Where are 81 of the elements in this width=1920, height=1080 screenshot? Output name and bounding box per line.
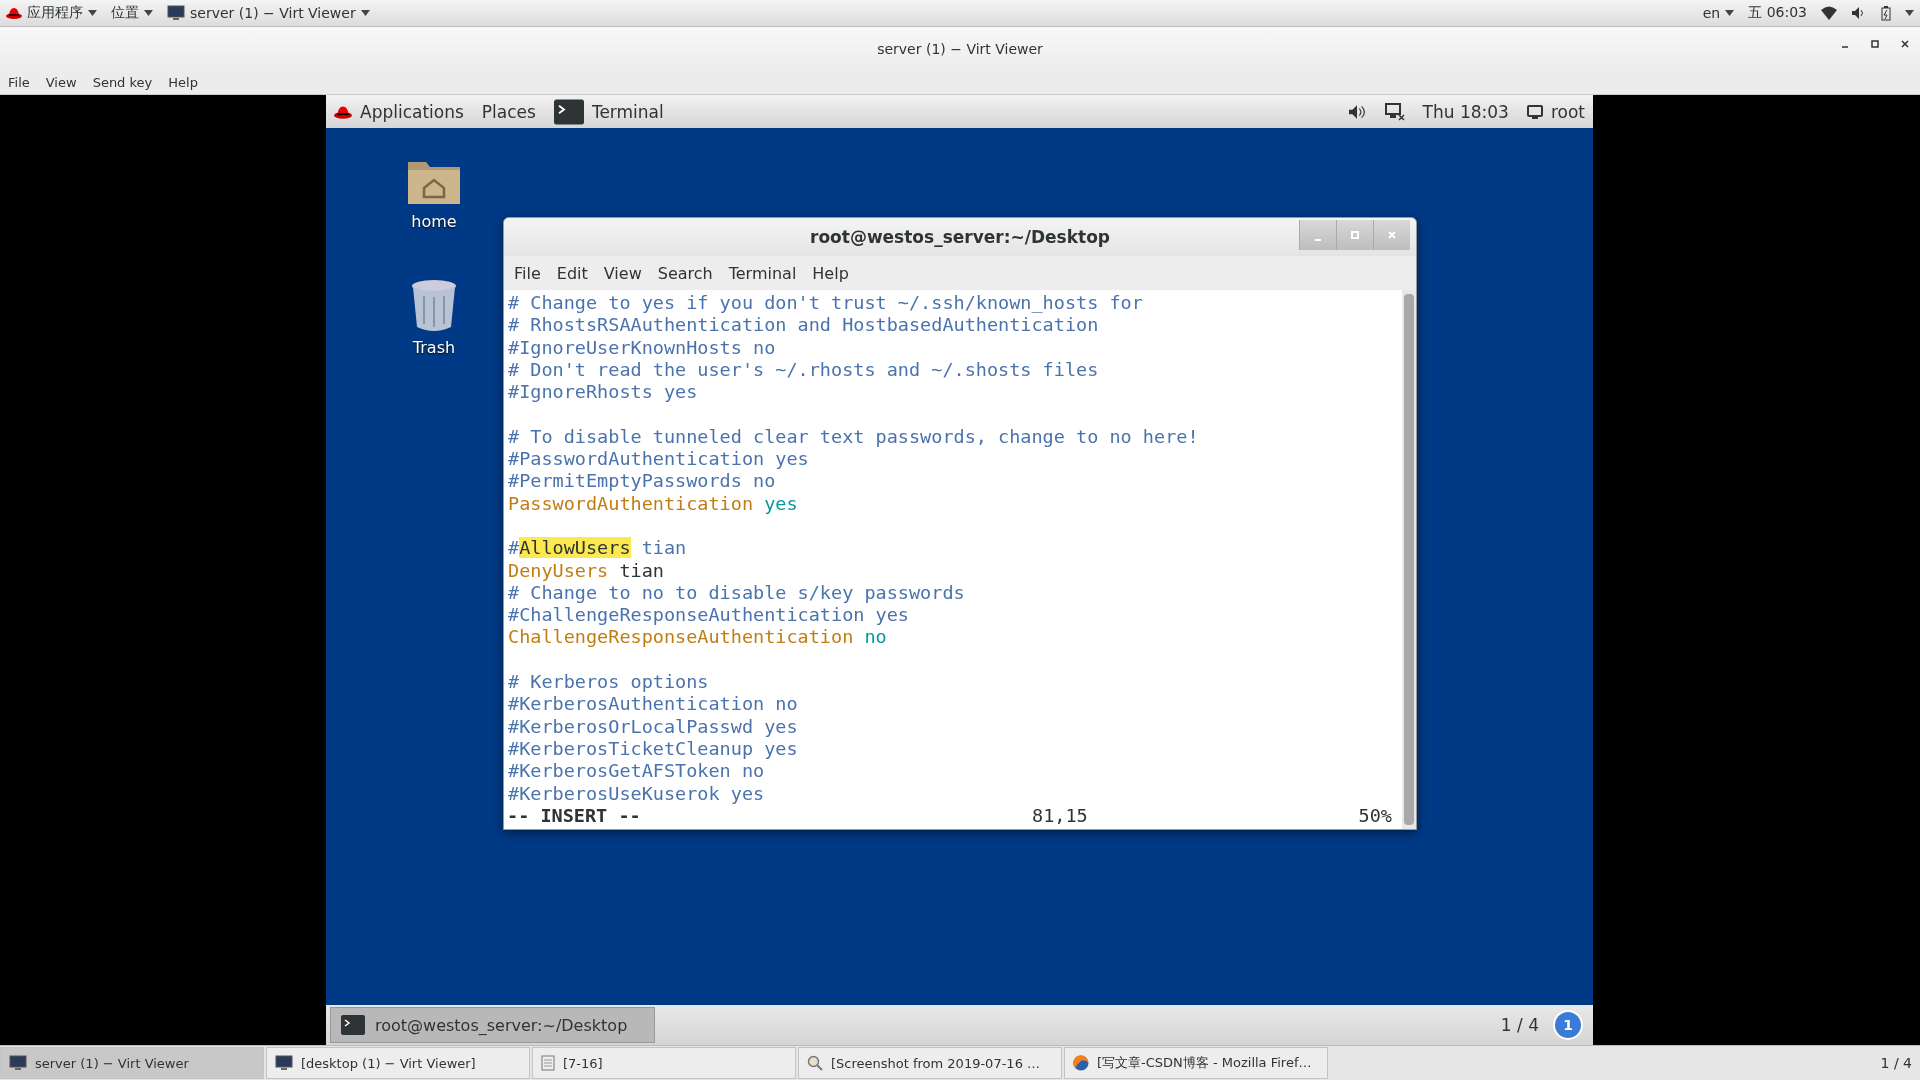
- hat-icon: [6, 5, 22, 21]
- code-line: #IgnoreRhosts yes: [507, 381, 699, 404]
- taskbar-item[interactable]: [7-16]: [532, 1047, 796, 1079]
- code-line: #KerberosGetAFSToken no: [507, 760, 766, 783]
- menu-item[interactable]: File: [0, 75, 38, 90]
- code-line: #IgnoreUserKnownHosts no: [507, 336, 777, 359]
- code-line: #PasswordAuthentication yes: [507, 448, 810, 471]
- taskbar-item[interactable]: [Screenshot from 2019-07-16 …: [798, 1047, 1062, 1079]
- code-line: # Change to yes if you don't trust ~/.ssh/known_hosts for: [507, 292, 1144, 315]
- menu-item[interactable]: Send key: [84, 75, 161, 90]
- caret-icon: [1905, 10, 1914, 16]
- close-icon: [1387, 230, 1397, 240]
- user-icon: [1526, 104, 1543, 119]
- code-line: # Kerberos options: [507, 671, 710, 694]
- workspace-indicator[interactable]: 1 / 4: [1500, 1015, 1539, 1035]
- code-line: #KerberosUseKuserok yes: [507, 782, 766, 805]
- taskbar-item[interactable]: root@westos_server:~/Desktop: [330, 1007, 655, 1043]
- code-line: # To disable tunneled clear text passwords, change to no here!: [507, 425, 1200, 449]
- menu-item[interactable]: View: [595, 263, 650, 283]
- places-menu[interactable]: Places: [481, 101, 536, 122]
- close-icon[interactable]: [1900, 39, 1910, 49]
- notification-badge[interactable]: 1: [1553, 1010, 1583, 1040]
- taskbar-item[interactable]: [desktop (1) − Virt Viewer]: [266, 1047, 530, 1079]
- monitor-icon: [167, 5, 185, 21]
- window-menu[interactable]: server (1) − Virt Viewer: [167, 5, 370, 21]
- caret-icon: [144, 10, 153, 16]
- menu-item[interactable]: File: [506, 263, 549, 283]
- clock[interactable]: Thu 18:03: [1422, 101, 1509, 122]
- code-line: # Change to no to disable s/key passwords: [507, 581, 966, 605]
- browser-icon: [1073, 1055, 1089, 1071]
- caret-icon: [1725, 10, 1735, 16]
- icon-label: home: [411, 212, 457, 231]
- workspace-indicator[interactable]: 1 / 4: [1880, 1055, 1912, 1071]
- mode-indicator: -- INSERT --: [507, 804, 641, 828]
- code-line: #KerberosAuthentication no: [507, 693, 799, 716]
- code-line: #KerberosTicketCleanup yes: [507, 737, 799, 761]
- user-menu[interactable]: root: [1526, 101, 1585, 122]
- maximize-icon[interactable]: [1870, 39, 1880, 49]
- menu-item[interactable]: Edit: [548, 263, 596, 283]
- menu-item[interactable]: Terminal: [720, 263, 805, 283]
- code-line: # RhostsRSAAuthentication and HostbasedAuthentication: [507, 314, 1100, 337]
- minimize-icon: [1314, 239, 1322, 241]
- menu-item[interactable]: View: [37, 75, 85, 90]
- taskbar-item[interactable]: [写文章-CSDN博客 - Mozilla Firef…: [1064, 1047, 1328, 1079]
- menu-item[interactable]: Search: [649, 263, 721, 283]
- window-title: server (1) − Virt Viewer: [877, 41, 1043, 57]
- window-title: root@westos_server:~/Desktop: [810, 227, 1110, 247]
- menu-item[interactable]: Help: [160, 75, 206, 90]
- scroll-percent: 50%: [1357, 804, 1393, 828]
- top-menu[interactable]: 应用程序: [6, 4, 97, 22]
- monitor-icon: [9, 1055, 27, 1071]
- code-line: PasswordAuthentication yes: [507, 492, 799, 515]
- code-line: #ChallengeResponseAuthentication yes: [507, 604, 910, 627]
- icon-label: Trash: [412, 338, 456, 357]
- app-menu[interactable]: Terminal: [553, 98, 664, 125]
- code-line: ChallengeResponseAuthentication no: [507, 626, 888, 649]
- top-menu[interactable]: 位置: [111, 4, 153, 22]
- wifi-icon: [1821, 6, 1837, 20]
- battery-icon: [1881, 5, 1891, 21]
- keyboard-layout-menu[interactable]: en: [1702, 5, 1735, 21]
- volume-icon: [1346, 103, 1367, 120]
- code-line: DenyUsers tian: [507, 559, 665, 582]
- terminal-icon: [341, 1015, 365, 1035]
- applications-menu[interactable]: Applications: [334, 101, 464, 122]
- caret-icon: [88, 10, 97, 16]
- caret-icon: [360, 10, 370, 16]
- taskbar-item[interactable]: server (1) − Virt Viewer: [0, 1047, 264, 1079]
- file-icon: [541, 1055, 555, 1071]
- monitor-icon: [275, 1055, 293, 1071]
- code-line: # Don't read the user's ~/.rhosts and ~/.shosts files: [507, 358, 1100, 382]
- network-icon: [1384, 102, 1405, 121]
- cursor-position: 81,15: [1032, 804, 1089, 828]
- maximize-icon: [1350, 230, 1360, 240]
- menu-item[interactable]: Help: [804, 263, 857, 283]
- terminal-icon: [553, 98, 584, 125]
- scrollbar[interactable]: [1402, 290, 1416, 829]
- clock[interactable]: 五 06:03: [1748, 4, 1807, 22]
- code-line: #PermitEmptyPasswords no: [507, 470, 777, 493]
- magnifier-icon: [807, 1055, 823, 1071]
- code-line: #KerberosOrLocalPasswd yes: [507, 715, 799, 738]
- trash-icon[interactable]: [410, 278, 458, 332]
